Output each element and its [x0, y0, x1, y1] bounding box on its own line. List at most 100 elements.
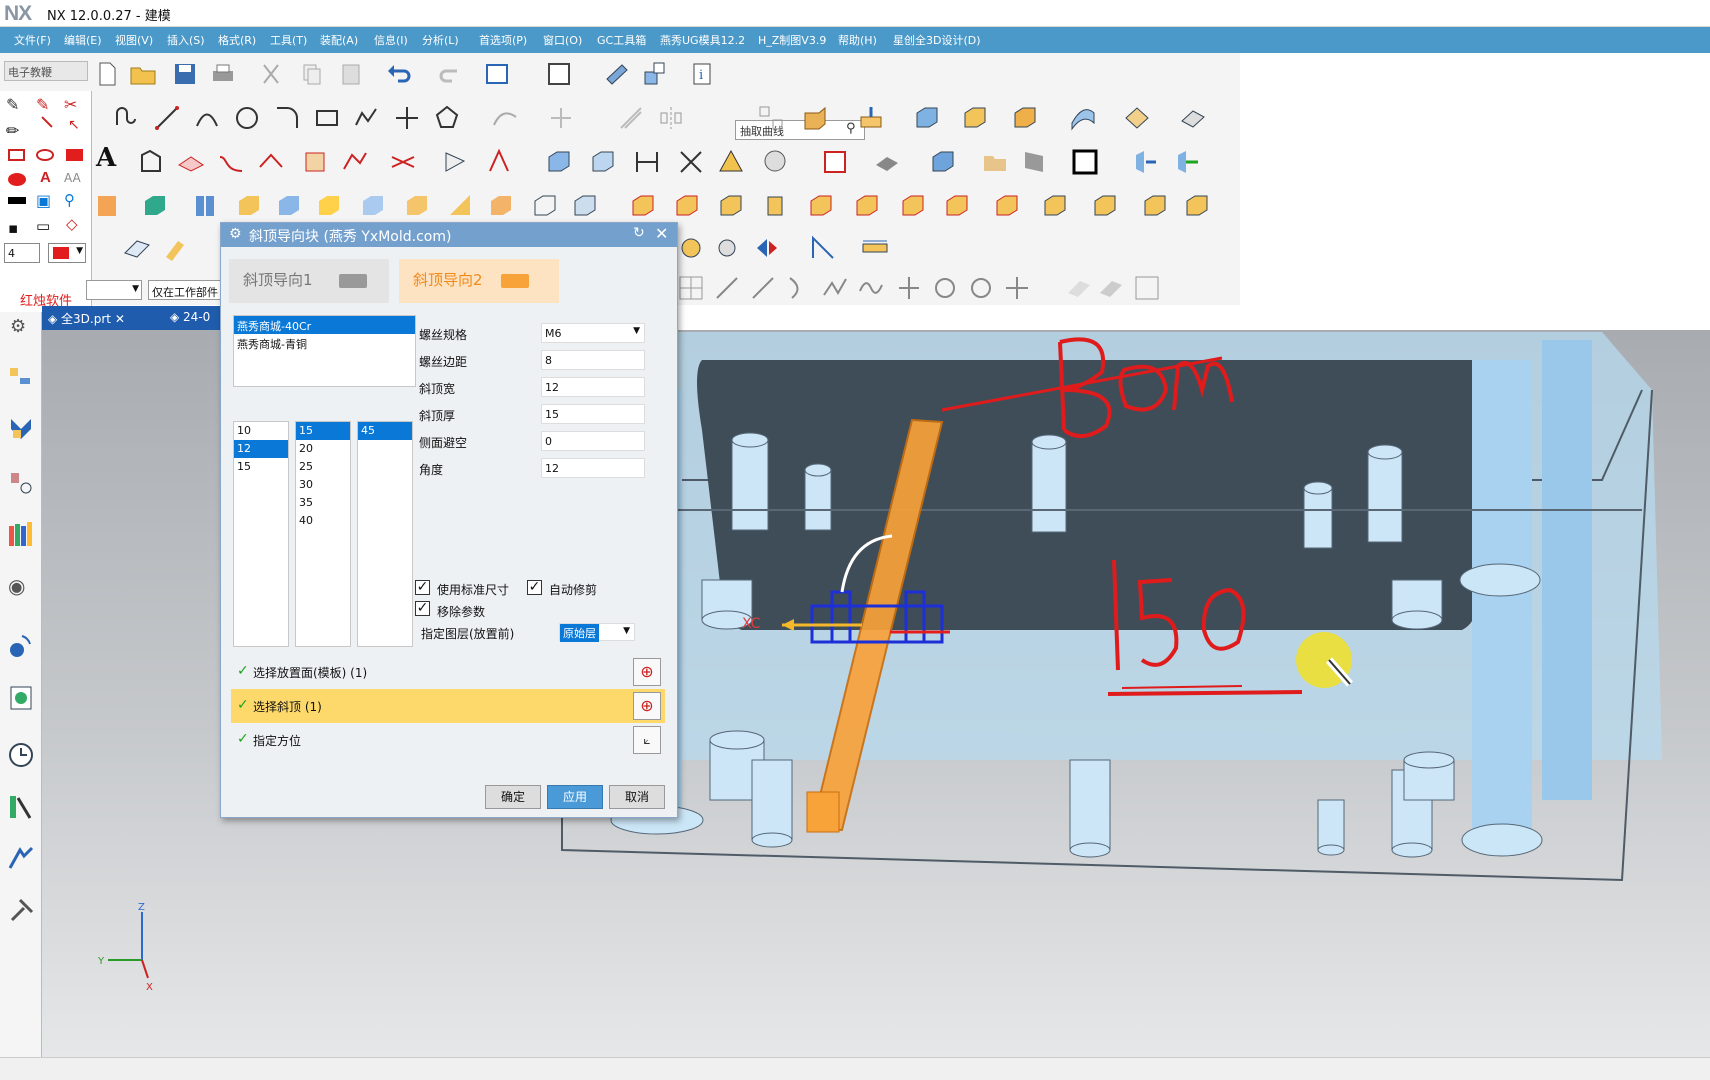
- brush-icon[interactable]: [160, 233, 190, 263]
- filled-ellipse-icon[interactable]: [8, 173, 26, 186]
- print-icon[interactable]: [208, 59, 238, 89]
- draft-angle-icon[interactable]: [808, 233, 838, 263]
- view-orient2-icon[interactable]: [1172, 147, 1202, 177]
- subtract-icon[interactable]: [1010, 103, 1040, 133]
- settings-gear-icon[interactable]: ⚙: [10, 316, 26, 337]
- wire-cube2-icon[interactable]: [570, 191, 600, 221]
- mirror-icon[interactable]: [656, 103, 686, 133]
- tab-close-icon[interactable]: ✕: [115, 312, 125, 326]
- snap-spline-icon[interactable]: [856, 273, 886, 303]
- fillet-icon[interactable]: [272, 103, 302, 133]
- plane-icon[interactable]: [122, 233, 152, 263]
- intersect-curve-icon[interactable]: [388, 147, 418, 177]
- shaded-icon[interactable]: [872, 147, 902, 177]
- line-draw-icon[interactable]: [41, 116, 53, 128]
- snap-line-icon[interactable]: [712, 273, 742, 303]
- menu-xingchuang[interactable]: 星创全3D设计(D): [893, 32, 981, 48]
- open-drawing-icon[interactable]: ▭: [36, 217, 50, 235]
- sew-icon[interactable]: [1178, 103, 1208, 133]
- snap-grid-icon[interactable]: [676, 273, 706, 303]
- polygon-icon[interactable]: [432, 103, 462, 133]
- parting-icon[interactable]: [446, 191, 476, 221]
- view-orient-icon[interactable]: [1130, 147, 1160, 177]
- mesh-surface-icon[interactable]: [1122, 103, 1152, 133]
- snap-face-icon[interactable]: [1064, 273, 1094, 303]
- cylinder-icon[interactable]: [760, 191, 790, 221]
- measure-body-icon[interactable]: [760, 147, 790, 177]
- highlighter-icon[interactable]: ✂: [64, 95, 77, 114]
- screw-spec-select[interactable]: M6 ▼: [541, 323, 645, 343]
- tab-lifter-guide-2[interactable]: 斜顶导向2: [399, 259, 559, 303]
- work-part-filter-select[interactable]: 仅在工作部件: [148, 280, 226, 300]
- folder-view-icon[interactable]: [980, 147, 1010, 177]
- step-specify-orientation[interactable]: ✓ 指定方位 ⟀: [231, 723, 665, 757]
- check-icon[interactable]: [1140, 191, 1170, 221]
- save-icon[interactable]: [170, 59, 200, 89]
- red-pen-icon[interactable]: ✎: [36, 95, 49, 114]
- menu-gc-toolbox[interactable]: GC工具箱: [597, 32, 646, 48]
- roles-icon[interactable]: [6, 792, 36, 822]
- snap-node-icon[interactable]: [820, 273, 850, 303]
- section-curve-icon[interactable]: [440, 147, 470, 177]
- menu-tools[interactable]: 工具(T): [270, 32, 307, 48]
- snap-center-icon[interactable]: [930, 273, 960, 303]
- pattern-icon[interactable]: [756, 103, 786, 133]
- menu-file[interactable]: 文件(F): [14, 32, 51, 48]
- auto-trim-checkbox[interactable]: ✓: [527, 580, 542, 595]
- drawing-icon[interactable]: [1090, 191, 1120, 221]
- material-item[interactable]: 燕秀商城-青铜: [234, 334, 415, 352]
- eraser-icon[interactable]: ✎: [6, 95, 19, 114]
- point-icon[interactable]: [392, 103, 422, 133]
- mold-wizard-icon[interactable]: [402, 191, 432, 221]
- csys-icon[interactable]: ⟀: [633, 726, 661, 754]
- join-curve-icon[interactable]: [256, 147, 286, 177]
- list-item[interactable]: 25: [296, 458, 350, 476]
- tab-lifter-guide-1[interactable]: 斜顶导向1: [229, 259, 389, 303]
- width-list[interactable]: 10 12 15: [233, 421, 289, 647]
- wire-cube-icon[interactable]: [530, 191, 560, 221]
- angle-input[interactable]: 12: [541, 458, 645, 478]
- ellipse-draw-icon[interactable]: [36, 149, 54, 161]
- frame-icon[interactable]: [1070, 147, 1100, 177]
- snap-perp-icon[interactable]: [894, 273, 924, 303]
- list-item[interactable]: 15: [234, 458, 288, 476]
- assembly-icon[interactable]: [234, 191, 264, 221]
- snap-curve-icon[interactable]: [784, 273, 814, 303]
- snap-grid2-icon[interactable]: [1132, 273, 1162, 303]
- snap-point-icon[interactable]: [1002, 273, 1032, 303]
- cut-icon[interactable]: [256, 59, 286, 89]
- eye-icon[interactable]: ◉: [8, 574, 25, 598]
- teaching-pointer-field[interactable]: 电子教鞭: [4, 61, 88, 81]
- list-item[interactable]: 12: [234, 440, 288, 458]
- arrow-select-icon[interactable]: [752, 233, 782, 263]
- material-list[interactable]: 燕秀商城-40Cr 燕秀商城-青铜: [233, 315, 416, 387]
- revolve-icon[interactable]: [856, 103, 886, 133]
- display-box-icon[interactable]: [544, 59, 574, 89]
- snap-body-icon[interactable]: [1096, 273, 1126, 303]
- line-icon[interactable]: [152, 103, 182, 133]
- menu-window[interactable]: 窗口(O): [543, 32, 582, 48]
- ruler-icon[interactable]: [860, 233, 890, 263]
- book-icon[interactable]: [190, 191, 220, 221]
- thickness-list[interactable]: 15 20 25 30 35 40: [295, 421, 351, 647]
- list-item[interactable]: 45: [358, 422, 412, 440]
- studio-spline-icon[interactable]: [490, 103, 520, 133]
- search-icon[interactable]: ⚲: [846, 121, 856, 136]
- color-select[interactable]: ▼: [48, 243, 86, 263]
- new-file-icon[interactable]: [92, 59, 122, 89]
- warning-triangle-icon[interactable]: [716, 147, 746, 177]
- rectangle-icon[interactable]: [312, 103, 342, 133]
- menu-view[interactable]: 视图(V): [115, 32, 153, 48]
- trim-icon[interactable]: [546, 103, 576, 133]
- gray-face-icon[interactable]: [1020, 147, 1050, 177]
- line-width-icon[interactable]: [8, 197, 26, 204]
- web-browser-icon[interactable]: [8, 684, 34, 712]
- constraint-icon[interactable]: [274, 191, 304, 221]
- snap-line2-icon[interactable]: [748, 273, 778, 303]
- insert-icon[interactable]: [942, 191, 972, 221]
- lifter-width-input[interactable]: 12: [541, 377, 645, 397]
- reset-icon[interactable]: ↻: [633, 225, 645, 241]
- list-item[interactable]: 30: [296, 476, 350, 494]
- filled-rect-icon[interactable]: [66, 149, 83, 161]
- core-cavity-icon[interactable]: [486, 191, 516, 221]
